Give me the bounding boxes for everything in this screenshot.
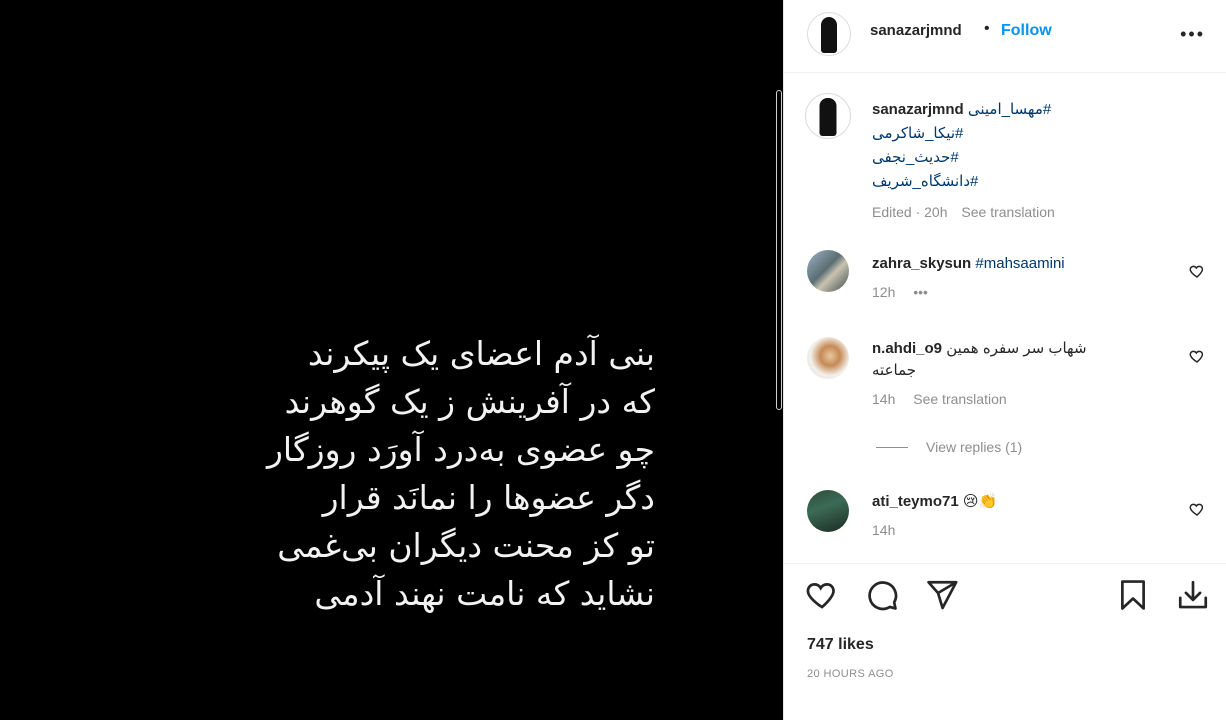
commenter-avatar[interactable] [807, 490, 849, 532]
post-header: sanazarjmnd • Follow ••• [784, 0, 1226, 73]
comment-icon[interactable] [865, 578, 899, 612]
hashtag[interactable]: #mahsaamini [975, 255, 1064, 272]
hashtag[interactable]: #دانشگاه_شریف [872, 173, 978, 190]
likes-count[interactable]: 747 likes [807, 636, 874, 654]
paper-plane-icon[interactable] [925, 578, 959, 612]
poem-line: چو عضوی به‌درد آورَد روزگار [266, 430, 655, 469]
post-timestamp: 20 HOURS AGO [807, 668, 894, 680]
see-translation-link[interactable]: See translation [961, 204, 1054, 220]
comment-like-heart-icon[interactable] [1189, 501, 1205, 517]
comment-like-heart-icon[interactable] [1189, 263, 1205, 279]
poem-line: نشاید که نامت نهند آدمی [314, 574, 655, 613]
post-image[interactable]: بنی آدم اعضای یک پیکرند که در آفرینش ز ی… [0, 0, 783, 720]
divider [784, 563, 1226, 564]
caption-avatar[interactable] [805, 93, 851, 139]
avatar[interactable] [807, 12, 851, 56]
download-icon[interactable] [1176, 578, 1210, 612]
comment-username[interactable]: ati_teymo71 [872, 493, 959, 510]
poem-line: بنی آدم اعضای یک پیکرند [307, 334, 655, 373]
header-username[interactable]: sanazarjmnd [870, 22, 962, 39]
comment-text: شهاب سر سفره همین [946, 340, 1087, 357]
hashtag[interactable]: #حدیث_نجفی [872, 149, 959, 166]
comment-username[interactable]: zahra_skysun [872, 255, 971, 272]
heart-icon[interactable] [805, 578, 839, 612]
comment-text: جماعته [872, 362, 917, 379]
view-replies-button[interactable]: View replies (1) [876, 439, 1022, 455]
caption-time: Edited · 20h [872, 204, 948, 220]
hashtag[interactable]: #مهسا_امینی [968, 101, 1051, 118]
caption: sanazarjmnd #مهسا_امینی #نیکا_شاکرمی #حد… [872, 98, 1055, 224]
follow-button[interactable]: Follow [1001, 22, 1052, 40]
poem-line: دگر عضوها را نمانَد قرار [322, 478, 655, 517]
commenter-avatar[interactable] [807, 250, 849, 292]
separator-dot: • [984, 20, 990, 37]
commenter-avatar[interactable] [807, 337, 849, 379]
poem-line: تو کز محنت دیگران بی‌غمی [277, 526, 655, 565]
comment-time: 14h [872, 522, 896, 538]
comment-text: 😢👏 [962, 493, 998, 510]
poem-line: که در آفرینش ز یک گوهرند [284, 382, 655, 421]
bookmark-icon[interactable] [1116, 578, 1150, 612]
divider [876, 446, 908, 448]
view-replies-label: View replies (1) [926, 439, 1023, 455]
see-translation-link[interactable]: See translation [913, 391, 1006, 407]
hashtag[interactable]: #نیکا_شاکرمی [872, 125, 963, 142]
comment-like-heart-icon[interactable] [1189, 348, 1205, 364]
poem-text: بنی آدم اعضای یک پیکرند که در آفرینش ز ی… [135, 330, 655, 618]
comment-time: 14h [872, 391, 896, 407]
post-sidebar: sanazarjmnd • Follow ••• sanazarjmnd #مه… [776, 0, 1226, 720]
scrollbar[interactable] [776, 90, 782, 410]
comment-username[interactable]: n.ahdi_o9 [872, 340, 942, 357]
comment-options-icon[interactable]: ••• [913, 284, 928, 300]
caption-username[interactable]: sanazarjmnd [872, 101, 964, 118]
comment-time: 12h [872, 284, 896, 300]
avatar-figure [821, 17, 837, 53]
more-options-icon[interactable]: ••• [1180, 24, 1205, 45]
avatar-figure [819, 98, 837, 136]
